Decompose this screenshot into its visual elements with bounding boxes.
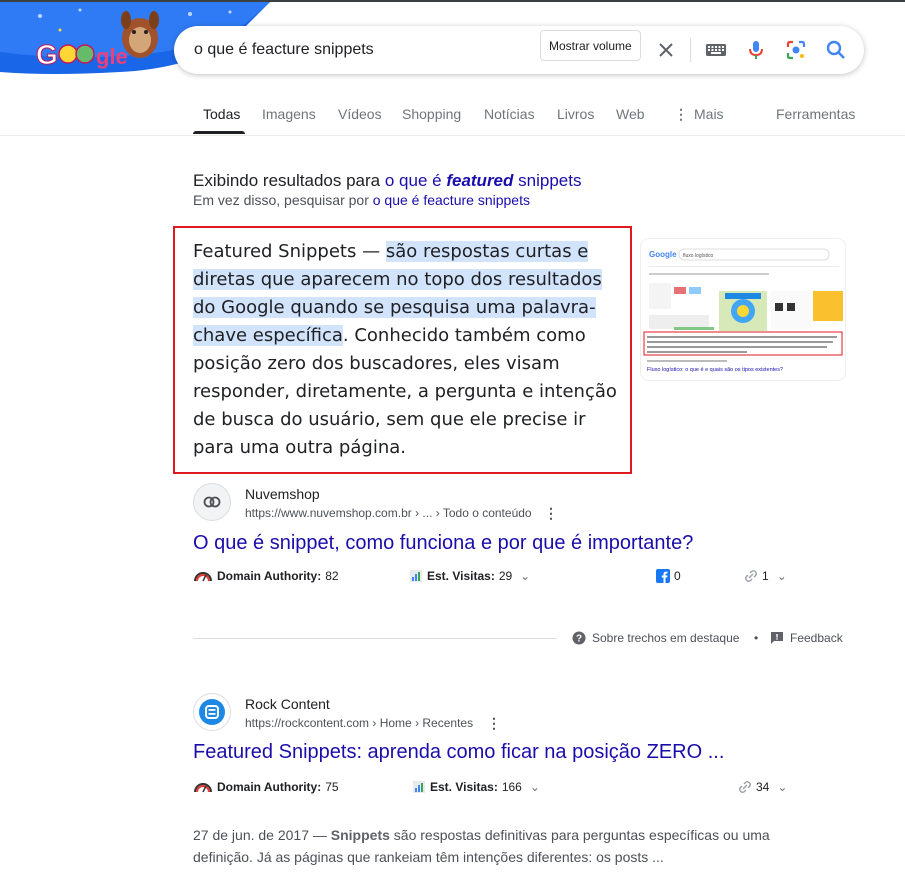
active-tab-indicator	[193, 131, 245, 134]
feedback-label: Feedback	[790, 631, 843, 645]
showing-results-for: Exibindo resultados para o que é feature…	[193, 171, 581, 191]
original-query-link[interactable]: o que é feacture snippets	[373, 192, 530, 208]
facebook-icon	[656, 569, 670, 583]
gauge-icon	[194, 572, 212, 582]
help-icon: ?	[572, 631, 586, 645]
rockcontent-logo-icon	[199, 699, 225, 725]
lens-icon[interactable]	[784, 38, 808, 62]
microphone-icon[interactable]	[744, 38, 768, 62]
link-icon	[745, 570, 757, 582]
search-icon[interactable]	[824, 38, 848, 62]
search-box[interactable]: o que é feacture snippets Mostrar volume	[174, 26, 864, 74]
visits-label: Est. Visitas:	[430, 780, 498, 794]
link-icon	[739, 781, 751, 793]
nuvemshop-logo-icon	[203, 496, 221, 508]
svg-text:?: ?	[576, 634, 582, 645]
nuvemshop-favicon[interactable]	[193, 483, 231, 521]
instead-prefix: Em vez disso, pesquisar por	[193, 192, 369, 208]
visits-value: 29	[498, 569, 513, 583]
search-divider	[690, 38, 691, 62]
tab-mais-label: Mais	[694, 106, 724, 122]
backlinks-count: 1	[762, 569, 769, 583]
tab-noticias[interactable]: Notícias	[484, 106, 535, 122]
result-1-title-link[interactable]: O que é snippet, como funciona e por que…	[193, 532, 693, 555]
result-1-backlinks: 1 ⌄	[744, 569, 787, 583]
about-featured-snippets[interactable]: ? Sobre trechos em destaque	[572, 631, 739, 645]
chevron-down-icon[interactable]: ⌄	[520, 569, 530, 583]
result-1-domain-authority: Domain Authority: 82	[193, 569, 339, 583]
tab-imagens[interactable]: Imagens	[262, 106, 316, 122]
result-1-url[interactable]: https://www.nuvemshop.com.br › ... › Tod…	[245, 506, 532, 520]
result-2-backlinks: 34 ⌄	[738, 780, 787, 794]
tab-livros[interactable]: Livros	[557, 106, 594, 122]
result-1-site-name: Nuvemshop	[245, 486, 320, 502]
showing-prefix: Exibindo resultados para	[193, 171, 381, 190]
visits-label: Est. Visitas:	[427, 569, 495, 583]
svg-text:Google: Google	[649, 250, 677, 259]
facebook-count: 0	[674, 569, 681, 583]
chevron-down-icon[interactable]: ⌄	[777, 780, 787, 794]
tab-todas[interactable]: Todas	[203, 106, 240, 122]
tab-mais[interactable]: ⋮ Mais	[674, 106, 724, 123]
chevron-down-icon[interactable]: ⌄	[530, 780, 540, 794]
search-input[interactable]: o que é feacture snippets	[194, 41, 374, 59]
header-divider	[0, 135, 905, 136]
volume-tooltip: Mostrar volume	[540, 30, 641, 61]
snippet-divider	[193, 638, 557, 639]
result-2-title-link[interactable]: Featured Snippets: aprenda como ficar na…	[193, 741, 724, 764]
feedback-button[interactable]: Feedback	[770, 631, 843, 645]
result-2-more-options[interactable]: ⋮	[487, 716, 501, 730]
search-instead-for: Em vez disso, pesquisar por o que é feac…	[193, 192, 530, 208]
bar-chart-icon	[410, 570, 422, 582]
gauge-icon	[194, 783, 212, 793]
bar-chart-icon	[413, 781, 425, 793]
result-1-more-options[interactable]: ⋮	[544, 506, 558, 520]
result-2-desc-bold: Snippets	[330, 827, 390, 843]
feedback-icon	[771, 632, 783, 644]
backlinks-count: 34	[756, 780, 770, 794]
domain-authority-value: 75	[325, 780, 339, 794]
snippet-lead: Featured Snippets —	[193, 241, 386, 262]
keyboard-icon[interactable]	[704, 38, 728, 62]
result-2-description: 27 de jun. de 2017 — Snippets são respos…	[193, 824, 793, 868]
svg-text:gle: gle	[96, 44, 128, 69]
corrected-query-link[interactable]: o que é featured snippets	[385, 171, 582, 190]
chevron-down-icon[interactable]: ⌄	[777, 569, 787, 583]
domain-authority-value: 82	[325, 569, 339, 583]
corrected-query-part1: o que é	[384, 171, 442, 190]
thumb-link: Fluxo logístico: o que é e quais são os …	[647, 367, 783, 373]
tab-videos[interactable]: Vídeos	[338, 106, 382, 122]
featured-snippet-text: Featured Snippets — são respostas curtas…	[193, 238, 618, 462]
featured-snippet-box: Featured Snippets — são respostas curtas…	[173, 226, 632, 474]
result-2-url[interactable]: https://rockcontent.com › Home › Recente…	[245, 716, 473, 730]
feedback-separator: •	[754, 631, 759, 645]
more-vert-icon: ⋮	[674, 106, 688, 122]
result-2-site-name: Rock Content	[245, 696, 330, 712]
result-2-domain-authority: Domain Authority: 75	[193, 780, 339, 794]
corrected-query-bold: featured	[446, 171, 514, 190]
domain-authority-label: Domain Authority:	[217, 569, 322, 583]
svg-text:G: G	[36, 39, 58, 70]
snippet-thumbnail-image[interactable]: Google fluxo logístico Fluxo logístico: …	[641, 239, 845, 380]
result-1-est-visits: Est. Visitas: 29 ⌄	[409, 569, 530, 583]
result-2-date: 27 de jun. de 2017 —	[193, 827, 327, 843]
clear-icon[interactable]	[654, 38, 678, 62]
about-label: Sobre trechos em destaque	[592, 631, 740, 645]
result-2-est-visits: Est. Visitas: 166 ⌄	[412, 780, 540, 794]
tools-button[interactable]: Ferramentas	[776, 106, 855, 122]
thumb-query: fluxo logístico	[683, 253, 714, 259]
tab-shopping[interactable]: Shopping	[402, 106, 461, 122]
visits-value: 166	[501, 780, 522, 794]
rockcontent-favicon[interactable]	[193, 693, 231, 731]
result-1-facebook-shares: 0	[656, 569, 681, 583]
tab-web[interactable]: Web	[616, 106, 645, 122]
domain-authority-label: Domain Authority:	[217, 780, 322, 794]
corrected-query-part2: snippets	[518, 171, 582, 190]
